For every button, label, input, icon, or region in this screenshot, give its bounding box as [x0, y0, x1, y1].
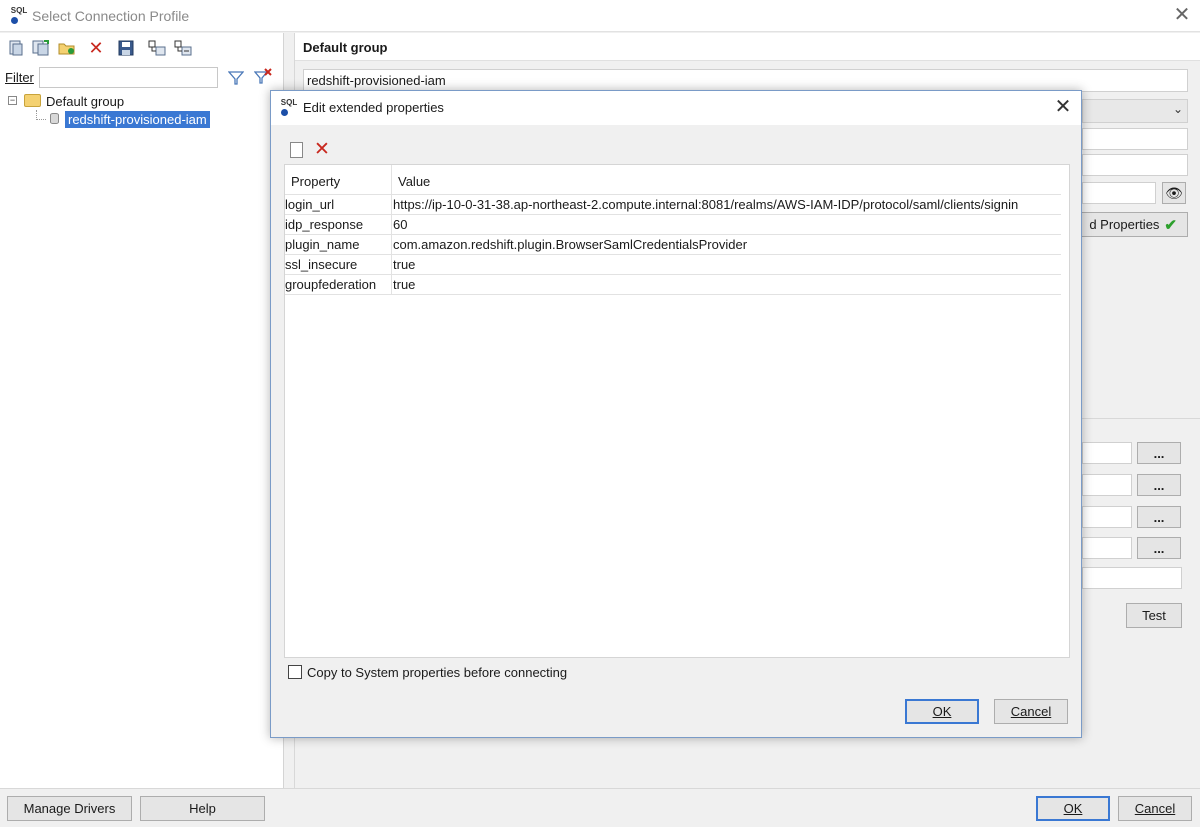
extended-properties-label: d Properties: [1089, 217, 1160, 232]
new-folder-icon[interactable]: [57, 38, 77, 58]
ok-button[interactable]: OK: [1036, 796, 1110, 821]
section-divider: [1082, 418, 1200, 419]
group-header: [295, 33, 1200, 61]
cancel-label: Cancel: [1134, 801, 1176, 816]
sql-app-icon: SQL: [280, 98, 298, 116]
browse-button-2[interactable]: ...: [1137, 474, 1181, 496]
checkmark-icon: ✔: [1164, 216, 1177, 234]
cell-value[interactable]: true: [393, 255, 1061, 275]
column-header-property[interactable]: Property: [285, 165, 392, 195]
table-row[interactable]: groupfederation true: [285, 275, 1061, 295]
help-label: Help: [189, 801, 216, 816]
show-password-button[interactable]: 👁: [1162, 182, 1186, 204]
url-input[interactable]: [1082, 128, 1188, 150]
save-icon[interactable]: [116, 38, 136, 58]
browse-button-4[interactable]: ...: [1137, 537, 1181, 559]
script-input-1[interactable]: [1082, 442, 1132, 464]
delete-property-icon[interactable]: ✕: [314, 140, 330, 159]
cancel-button[interactable]: Cancel: [1118, 796, 1192, 821]
new-property-icon[interactable]: [290, 142, 303, 158]
window-title: Select Connection Profile: [32, 8, 190, 24]
test-button[interactable]: Test: [1126, 603, 1182, 628]
extended-properties-button[interactable]: d Properties ✔: [1074, 212, 1188, 237]
manage-drivers-button[interactable]: Manage Drivers: [7, 796, 132, 821]
password-input[interactable]: [1082, 182, 1156, 204]
table-row[interactable]: plugin_name com.amazon.redshift.plugin.B…: [285, 235, 1061, 255]
filter-label: Filter: [5, 70, 34, 85]
cell-property[interactable]: plugin_name: [285, 235, 392, 255]
expand-all-icon[interactable]: [147, 38, 167, 58]
tree-item-profile[interactable]: redshift-provisioned-iam: [65, 111, 210, 128]
tree-item-default-group[interactable]: Default group: [46, 94, 124, 109]
database-icon: [50, 113, 59, 124]
username-input[interactable]: [1082, 154, 1188, 176]
browse-button-1[interactable]: ...: [1137, 442, 1181, 464]
column-header-value[interactable]: Value: [392, 165, 1061, 195]
cell-value[interactable]: 60: [393, 215, 1061, 235]
dialog-ok-label: OK: [932, 704, 952, 719]
copy-to-system-label[interactable]: Copy to System properties before connect…: [307, 665, 567, 680]
window-close-button[interactable]: ✕: [1168, 2, 1196, 30]
script-input-2[interactable]: [1082, 474, 1132, 496]
cell-value[interactable]: true: [393, 275, 1061, 295]
dialog-close-button[interactable]: ✕: [1049, 94, 1077, 122]
cell-property[interactable]: groupfederation: [285, 275, 392, 295]
cell-property[interactable]: idp_response: [285, 215, 392, 235]
edit-extended-properties-dialog: SQL Edit extended properties ✕ ✕ Propert…: [270, 90, 1082, 738]
tree-collapse-toggle[interactable]: −: [8, 96, 17, 105]
dialog-cancel-label: Cancel: [1010, 704, 1052, 719]
chevron-down-icon: ⌄: [1173, 102, 1184, 116]
ok-label: OK: [1063, 801, 1083, 816]
browse-button-3[interactable]: ...: [1137, 506, 1181, 528]
cell-property[interactable]: login_url: [285, 195, 392, 215]
cell-value[interactable]: com.amazon.redshift.plugin.BrowserSamlCr…: [393, 235, 1061, 255]
new-profile-icon[interactable]: [6, 38, 26, 58]
driver-select[interactable]: ⌄: [1082, 99, 1188, 123]
table-row[interactable]: idp_response 60: [285, 215, 1061, 235]
properties-table: Property Value login_url https://ip-10-0…: [284, 164, 1070, 658]
eye-icon: 👁: [1165, 184, 1183, 201]
copy-to-system-checkbox[interactable]: [288, 665, 302, 679]
folder-icon: [24, 94, 41, 107]
profile-name-input[interactable]: redshift-provisioned-iam: [303, 69, 1188, 92]
collapse-all-icon[interactable]: [173, 38, 193, 58]
group-title: Default group: [303, 40, 388, 55]
delete-profile-icon[interactable]: ✕: [86, 38, 106, 58]
dialog-cancel-button[interactable]: Cancel: [994, 699, 1068, 724]
help-button[interactable]: Help: [140, 796, 265, 821]
dialog-ok-button[interactable]: OK: [905, 699, 979, 724]
script-input-4[interactable]: [1082, 537, 1132, 559]
filter-input[interactable]: [39, 67, 218, 88]
script-input-3[interactable]: [1082, 506, 1132, 528]
dialog-title: Edit extended properties: [303, 100, 444, 115]
copy-profile-icon[interactable]: [31, 38, 51, 58]
profile-tree-pane: [0, 33, 284, 788]
tree-connector: [36, 110, 46, 120]
cell-property[interactable]: ssl_insecure: [285, 255, 392, 275]
table-row[interactable]: login_url https://ip-10-0-31-38.ap-north…: [285, 195, 1061, 215]
clear-filter-icon[interactable]: [253, 68, 272, 89]
info-input[interactable]: [1082, 567, 1182, 589]
sql-app-icon: SQL: [10, 6, 28, 24]
table-row[interactable]: ssl_insecure true: [285, 255, 1061, 275]
filter-icon[interactable]: [227, 70, 245, 89]
manage-drivers-label: Manage Drivers: [23, 801, 116, 816]
cell-value[interactable]: https://ip-10-0-31-38.ap-northeast-2.com…: [393, 195, 1061, 215]
